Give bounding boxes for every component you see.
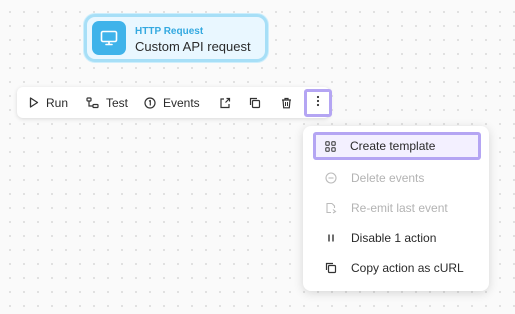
- node-card[interactable]: HTTP Request Custom API request: [84, 14, 268, 62]
- menu-item-label: Delete events: [351, 171, 425, 185]
- menu-item-label: Disable 1 action: [351, 231, 437, 245]
- menu-item-delete-events: Delete events: [315, 166, 478, 190]
- menu-item-re-emit-last-event: Re-emit last event: [315, 196, 478, 220]
- menu-item-disable-action[interactable]: Disable 1 action: [315, 226, 478, 250]
- action-toolbar: Run Test Events: [17, 87, 332, 118]
- play-icon: [29, 97, 39, 108]
- events-button[interactable]: Events: [144, 87, 200, 118]
- trash-icon: [281, 97, 292, 109]
- menu-item-label: Copy action as cURL: [351, 261, 464, 275]
- export-icon: [219, 97, 231, 109]
- menu-item-copy-curl[interactable]: Copy action as cURL: [315, 256, 478, 280]
- export-button[interactable]: [219, 87, 231, 118]
- duplicate-icon: [249, 97, 261, 109]
- run-label: Run: [46, 95, 69, 110]
- more-vertical-icon: [316, 94, 320, 112]
- duplicate-button[interactable]: [249, 87, 261, 118]
- events-icon: [144, 96, 156, 109]
- events-label: Events: [163, 95, 200, 110]
- test-icon: [86, 96, 99, 109]
- node-type-label: HTTP Request: [135, 26, 204, 37]
- pause-icon: [324, 231, 338, 245]
- more-options-menu: Create template Delete events Re-emit la…: [303, 126, 489, 291]
- template-icon: [323, 139, 337, 153]
- node-title: Custom API request: [135, 39, 251, 54]
- monitor-icon: [92, 21, 126, 55]
- copy-icon: [324, 261, 338, 275]
- test-button[interactable]: Test: [86, 87, 128, 118]
- test-label: Test: [106, 95, 129, 110]
- menu-item-label: Re-emit last event: [351, 201, 448, 215]
- run-button[interactable]: Run: [29, 87, 68, 118]
- delete-button[interactable]: [281, 87, 292, 118]
- menu-item-create-template[interactable]: Create template: [313, 132, 481, 160]
- more-options-button[interactable]: [304, 89, 332, 117]
- minus-circle-icon: [324, 171, 338, 185]
- re-emit-icon: [324, 201, 338, 215]
- menu-item-label: Create template: [350, 139, 436, 153]
